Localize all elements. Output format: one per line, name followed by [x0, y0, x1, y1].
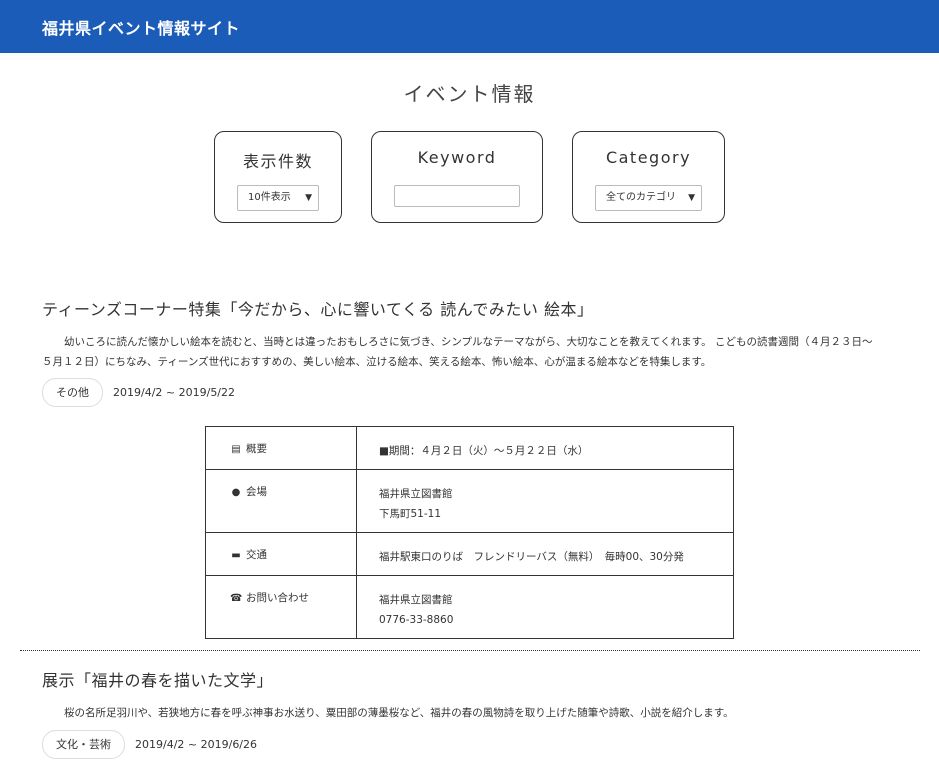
event-divider	[20, 650, 920, 651]
contact-label: お問い合わせ	[246, 592, 309, 604]
access-label: 交通	[246, 549, 267, 561]
page-title: イベント情報	[403, 82, 536, 106]
car-icon: ▬	[231, 550, 241, 561]
detail-row-overview: ▤ 概要 ■期間：４月２日（火）～５月２２日（水）	[205, 426, 734, 470]
site-header: 福井県イベント情報サイト	[0, 0, 939, 53]
access-value: 福井駅東口のりば フレンドリーバス（無料） 毎時00、30分発	[356, 532, 734, 576]
contact-phone[interactable]: 0776-33-8860	[379, 610, 733, 630]
event-dates: 2019/4/2 ~ 2019/5/22	[113, 386, 236, 399]
document-icon: ▤	[231, 444, 241, 455]
event-description: 桜の名所足羽川や、若狭地方に春を呼ぶ神事お水送り、粟田部の薄墨桜など、福井の春の…	[64, 707, 734, 719]
map-marker-icon: ●	[231, 487, 241, 498]
category-select[interactable]: 全てのカテゴリ ▼	[595, 185, 702, 211]
display-count-label: 表示件数	[242, 152, 313, 171]
overview-label: 概要	[246, 443, 267, 455]
display-count-select[interactable]: 10件表示 ▼	[237, 185, 319, 211]
category-tag[interactable]: 文化・芸術	[42, 730, 125, 759]
display-count-filter: 表示件数 10件表示 ▼	[214, 131, 342, 223]
event-title[interactable]: ティーンズコーナー特集「今だから、心に響いてくる 読んでみたい 絵本」	[42, 296, 594, 320]
chevron-down-icon: ▼	[688, 193, 695, 203]
keyword-filter: Keyword	[371, 131, 543, 223]
display-count-selected: 10件表示	[248, 192, 291, 203]
category-tag[interactable]: その他	[42, 378, 103, 407]
event-description: 幼いころに読んだ懐かしい絵本を読むと、当時とは違ったおもしろさに気づき、シンプル…	[42, 336, 873, 368]
detail-row-access: ▬ 交通 福井駅東口のりば フレンドリーバス（無料） 毎時00、30分発	[205, 532, 734, 576]
event-detail-table: ▤ 概要 ■期間：４月２日（火）～５月２２日（水） ● 会場 福井県立図書館 下馬町…	[205, 426, 734, 639]
venue-address: 下馬町51-11	[379, 508, 442, 520]
venue-name: 福井県立図書館	[379, 488, 453, 500]
chevron-down-icon: ▼	[305, 193, 312, 203]
detail-row-venue: ● 会場 福井県立図書館 下馬町51-11	[205, 469, 734, 533]
detail-row-contact: ☎ お問い合わせ 福井県立図書館 0776-33-8860	[205, 575, 734, 639]
category-selected: 全てのカテゴリ	[606, 192, 676, 203]
phone-icon: ☎	[230, 593, 243, 604]
keyword-label: Keyword	[417, 148, 497, 167]
category-label: Category	[605, 148, 692, 167]
event-title[interactable]: 展示「福井の春を描いた文学」	[42, 667, 273, 691]
contact-name: 福井県立図書館	[379, 594, 453, 606]
overview-value: ■期間：４月２日（火）～５月２２日（水）	[356, 426, 734, 470]
site-title[interactable]: 福井県イベント情報サイト	[42, 15, 240, 39]
keyword-input[interactable]	[394, 185, 520, 207]
venue-label: 会場	[246, 486, 267, 498]
event-dates: 2019/4/2 ~ 2019/6/26	[135, 738, 258, 751]
category-filter: Category 全てのカテゴリ ▼	[572, 131, 725, 223]
